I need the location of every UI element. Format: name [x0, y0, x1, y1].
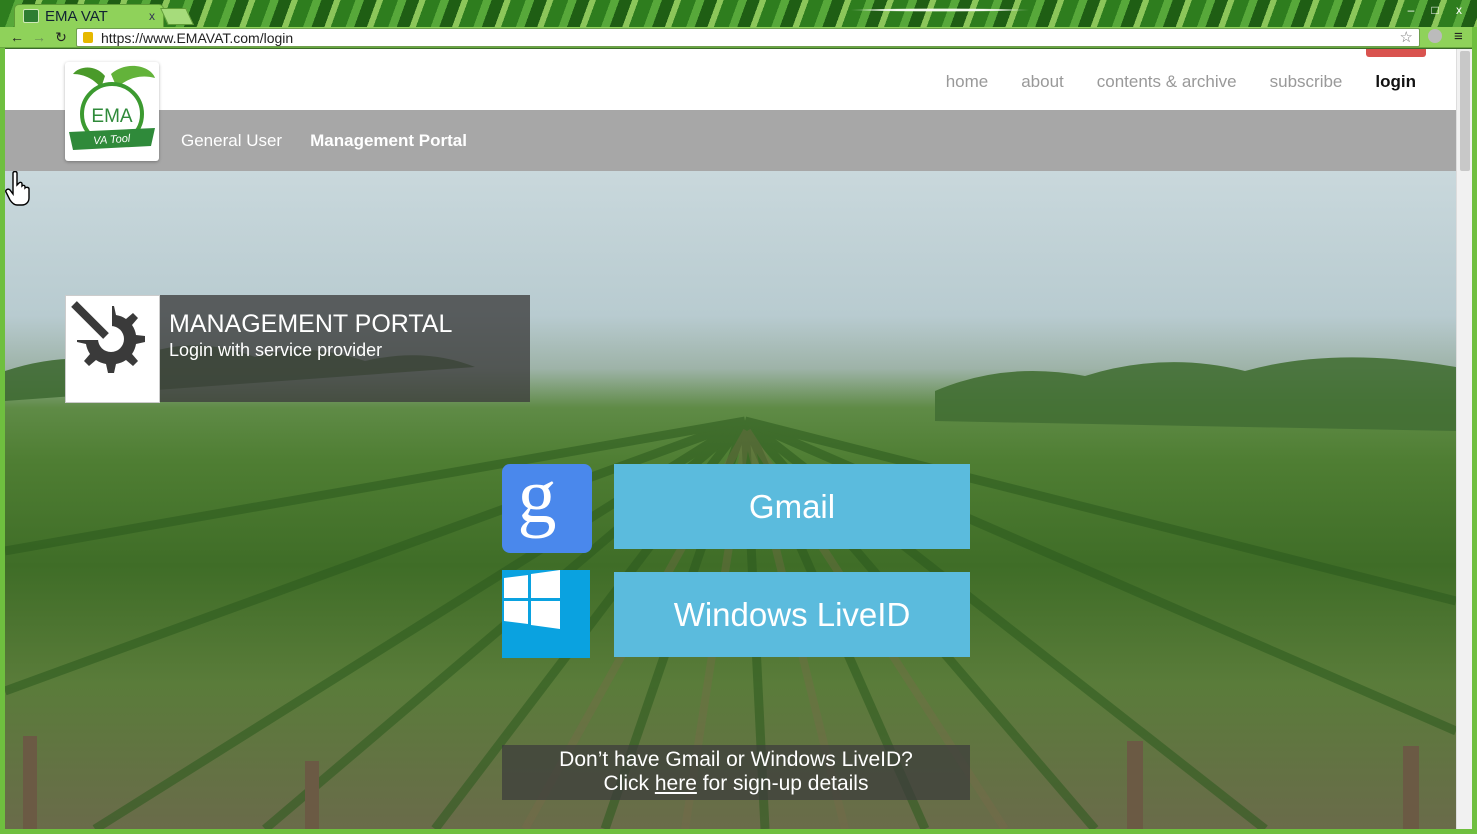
portal-text-box: MANAGEMENT PORTAL Login with service pro…: [160, 295, 530, 402]
browser-toolbar: ← → ↻ https://www.EMAVAT.com/login ☆ ≡: [0, 27, 1477, 48]
extension-icon[interactable]: [1428, 29, 1442, 43]
browser-menu-icon[interactable]: ≡: [1454, 28, 1463, 45]
top-navigation: home about contents & archive subscribe …: [5, 49, 1456, 110]
reload-icon[interactable]: ↻: [50, 29, 72, 46]
minimize-button[interactable]: –: [1399, 2, 1423, 20]
windows-icon[interactable]: [502, 570, 590, 658]
sub-navigation: General User Management Portal: [5, 110, 1456, 171]
signup-info-box: Don’t have Gmail or Windows LiveID? Clic…: [502, 745, 970, 800]
window-frame-right: [1472, 27, 1477, 834]
hero-background: MANAGEMENT PORTAL Login with service pro…: [5, 171, 1456, 829]
gmail-login-button[interactable]: Gmail: [614, 464, 970, 549]
browser-titlebar: EMA VAT x – □ x: [0, 0, 1477, 27]
new-tab-button[interactable]: [160, 8, 194, 25]
gear-icon: [66, 296, 145, 373]
close-window-button[interactable]: x: [1447, 2, 1471, 20]
nav-login-link[interactable]: login: [1375, 72, 1416, 92]
tab-close-icon[interactable]: x: [149, 9, 155, 23]
tab-title: EMA VAT: [45, 7, 108, 25]
page-scrollbar[interactable]: [1456, 49, 1472, 829]
signup-instruction: Click here for sign-up details: [603, 772, 869, 795]
nav-about-link[interactable]: about: [1021, 72, 1064, 92]
forward-arrow-icon[interactable]: →: [28, 29, 50, 45]
svg-text:g: g: [518, 464, 557, 539]
portal-title: MANAGEMENT PORTAL: [169, 310, 453, 338]
ema-vat-logo[interactable]: EMA VA Tool: [65, 62, 159, 161]
portal-icon-box: [65, 295, 160, 403]
window-controls: – □ x: [1399, 2, 1471, 20]
window-frame-bottom: [0, 829, 1477, 834]
nav-subscribe-link[interactable]: subscribe: [1270, 72, 1343, 92]
url-text[interactable]: https://www.EMAVAT.com/login: [101, 30, 293, 46]
signup-here-link[interactable]: here: [655, 772, 697, 795]
nav-home-link[interactable]: home: [946, 72, 989, 92]
active-nav-marker: [1366, 49, 1426, 57]
subnav-general-user[interactable]: General User: [181, 131, 282, 151]
page-viewport: home about contents & archive subscribe …: [5, 49, 1456, 829]
logo-text-ema: EMA: [91, 106, 133, 127]
site-favicon-icon: [23, 9, 39, 23]
bookmark-star-icon[interactable]: ☆: [1400, 28, 1413, 46]
scrollbar-thumb[interactable]: [1460, 51, 1470, 171]
maximize-button[interactable]: □: [1423, 2, 1447, 20]
back-arrow-icon[interactable]: ←: [6, 29, 28, 45]
windows-liveid-login-button[interactable]: Windows LiveID: [614, 572, 970, 657]
google-icon[interactable]: g: [502, 464, 592, 553]
logo-leaf-icon: EMA VA Tool: [69, 65, 155, 150]
signup-question: Don’t have Gmail or Windows LiveID?: [559, 748, 913, 771]
nav-contents-archive-link[interactable]: contents & archive: [1097, 72, 1237, 92]
hand-pointer-cursor-icon: [5, 171, 30, 206]
subnav-management-portal[interactable]: Management Portal: [310, 131, 467, 151]
lock-icon: [83, 32, 93, 43]
browser-tab[interactable]: EMA VAT x: [14, 4, 164, 27]
address-bar[interactable]: https://www.EMAVAT.com/login ☆: [76, 28, 1420, 47]
portal-subtitle: Login with service provider: [169, 340, 383, 360]
